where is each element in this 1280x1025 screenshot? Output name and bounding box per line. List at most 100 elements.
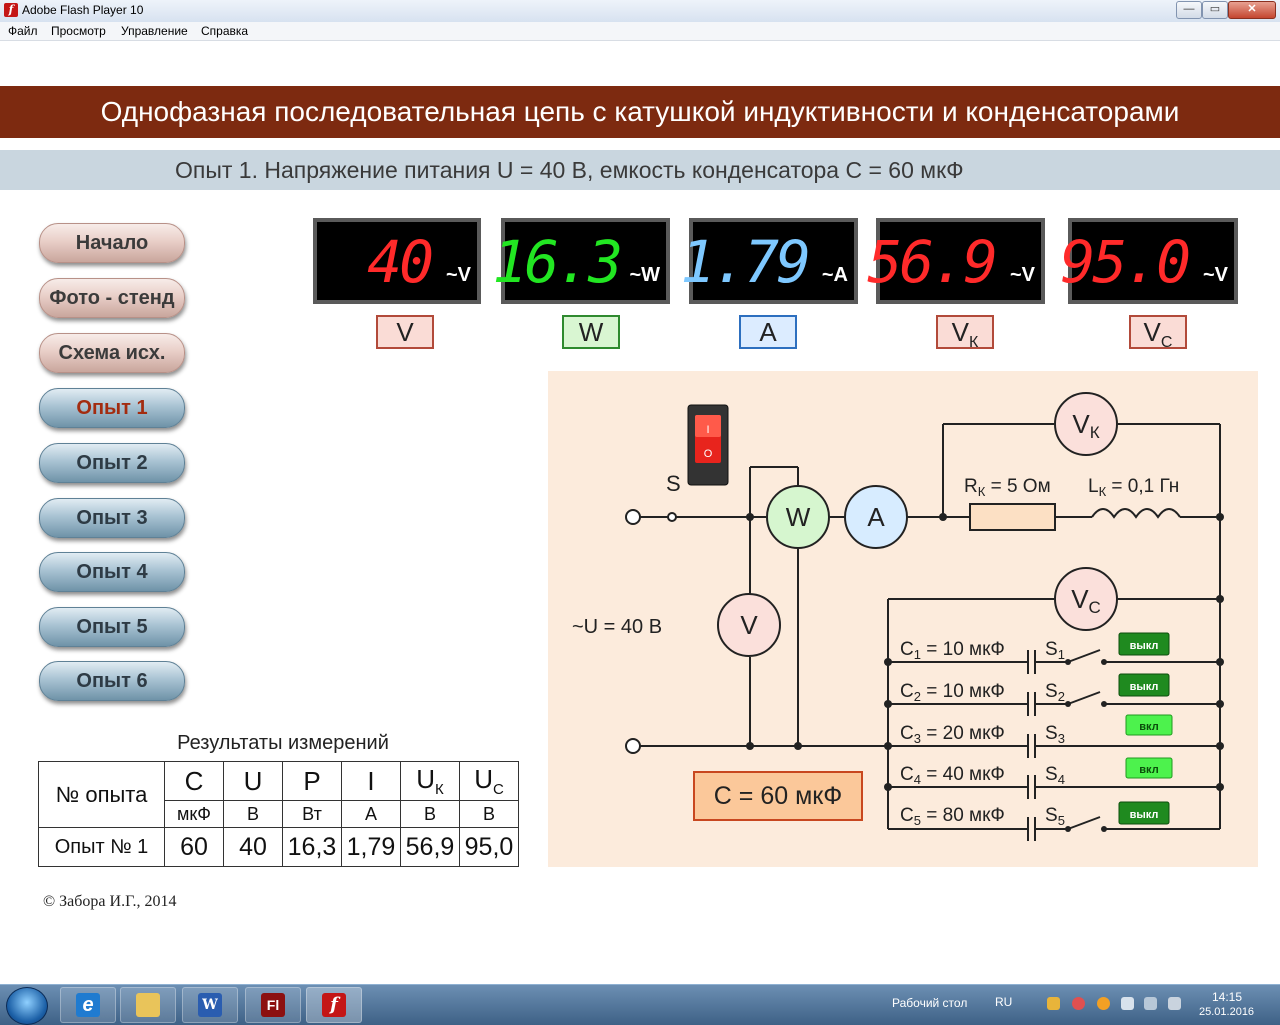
tray-status-icon[interactable]	[1072, 997, 1085, 1010]
col-header-p: P	[282, 761, 342, 801]
menu-view[interactable]: Просмотр	[51, 24, 106, 38]
taskbar-word-button[interactable]: W	[182, 987, 238, 1023]
svg-text:вкл: вкл	[1139, 764, 1158, 776]
nav-experiment-5-button[interactable]: Опыт 5	[39, 607, 185, 647]
unit-u: В	[223, 800, 283, 828]
cell-uk: 56,9	[400, 827, 460, 867]
cell-i: 1,79	[341, 827, 401, 867]
flash-player-icon: f	[322, 993, 346, 1017]
coil-voltmeter-display: 56.9 ~V	[867, 218, 1045, 304]
svg-text:выкл: выкл	[1130, 809, 1159, 821]
col-header-c: C	[164, 761, 224, 801]
power-switch[interactable]: I O	[687, 404, 729, 486]
copyright: © Забора И.Г., 2014	[43, 893, 177, 910]
coil-voltmeter-value: 56.9	[867, 228, 998, 296]
capacitor-voltmeter-value: 95.0	[1060, 228, 1191, 296]
toggle-c4-button[interactable]: вкл	[1125, 757, 1173, 779]
minimize-button[interactable]: —	[1176, 1, 1202, 19]
window-title: Adobe Flash Player 10	[22, 3, 144, 17]
maximize-button[interactable]: ▭	[1202, 1, 1228, 19]
capacitor-c2-label: C2 = 10 мкФ	[900, 681, 1005, 704]
unit-p: Вт	[282, 800, 342, 828]
results-table: № опыта C U P I UК UС мкФ В Вт А В В Опы…	[38, 761, 519, 867]
voltmeter-display: 40 ~V	[313, 218, 481, 304]
language-indicator[interactable]: RU	[995, 995, 1012, 1009]
taskbar-ie-button[interactable]: e	[60, 987, 116, 1023]
inductor-label: LК = 0,1 Гн	[1088, 476, 1179, 499]
nav-start-button[interactable]: Начало	[39, 223, 185, 263]
clock-date[interactable]: 25.01.2016	[1199, 1006, 1254, 1018]
taskbar-explorer-button[interactable]	[120, 987, 176, 1023]
tray-app-icon[interactable]	[1047, 997, 1060, 1010]
cell-uc: 95,0	[459, 827, 519, 867]
svg-text:W: W	[786, 502, 811, 532]
meter-label-w: W	[562, 315, 620, 349]
desktop-toolbar-label[interactable]: Рабочий стол	[892, 996, 967, 1010]
supply-voltage-label: ~U = 40 В	[572, 616, 662, 638]
ammeter-value: 1.79	[680, 228, 811, 296]
switch-s1-label: S1	[1045, 639, 1065, 662]
capacitor-c3-label: C3 = 20 мкФ	[900, 723, 1005, 746]
tray-update-icon[interactable]	[1097, 997, 1110, 1010]
experiment-subtitle-bar: Опыт 1. Напряжение питания U = 40 В, емк…	[0, 150, 1280, 190]
ammeter-unit: ~A	[821, 264, 848, 286]
toggle-c5-button[interactable]: выкл	[1118, 801, 1170, 825]
nav-experiment-6-button[interactable]: Опыт 6	[39, 661, 185, 701]
close-button[interactable]: ✕	[1228, 1, 1276, 19]
col-header-experiment: № опыта	[38, 761, 165, 828]
menu-help[interactable]: Справка	[201, 24, 248, 38]
table-row: Опыт № 1 60 40 16,3 1,79 56,9 95,0	[38, 827, 519, 867]
nav-experiment-3-button[interactable]: Опыт 3	[39, 498, 185, 538]
experiment-subtitle: Опыт 1. Напряжение питания U = 40 В, емк…	[175, 157, 964, 183]
svg-text:A: A	[867, 502, 885, 532]
unit-i: А	[341, 800, 401, 828]
flash-player-app-icon: f	[4, 3, 18, 17]
unit-uc: В	[459, 800, 519, 828]
wattmeter-value: 16.3	[492, 228, 623, 296]
supply-terminal-bottom	[625, 738, 641, 754]
meter-label-v: V	[376, 315, 434, 349]
meter-label-vk: VК	[936, 315, 994, 351]
volume-muted-icon[interactable]	[1168, 997, 1181, 1010]
wattmeter-unit: ~W	[629, 264, 660, 286]
coil-voltmeter-unit: ~V	[1009, 264, 1035, 286]
start-button[interactable]	[6, 987, 48, 1025]
nav-experiment-1-button[interactable]: Опыт 1	[39, 388, 185, 428]
network-signal-icon[interactable]	[1144, 997, 1157, 1010]
toggle-c2-button[interactable]: выкл	[1118, 673, 1170, 697]
voltmeter-unit: ~V	[445, 264, 471, 286]
svg-text:I: I	[706, 424, 709, 436]
cell-experiment: Опыт № 1	[38, 827, 165, 867]
resistor-rk	[969, 503, 1056, 531]
toggle-c3-button[interactable]: вкл	[1125, 714, 1173, 736]
meter-label-a: A	[739, 315, 797, 349]
explorer-icon	[136, 993, 160, 1017]
nav-experiment-4-button[interactable]: Опыт 4	[39, 552, 185, 592]
capacitor-c4-label: C4 = 40 мкФ	[900, 764, 1005, 787]
nav-schematic-button[interactable]: Схема исх.	[39, 333, 185, 373]
switch-s4-label: S4	[1045, 764, 1065, 787]
nav-experiment-2-button[interactable]: Опыт 2	[39, 443, 185, 483]
svg-text:O: O	[704, 448, 713, 460]
clock-time[interactable]: 14:15	[1212, 990, 1242, 1004]
cell-p: 16,3	[282, 827, 342, 867]
toggle-c1-button[interactable]: выкл	[1118, 632, 1170, 656]
svg-text:выкл: выкл	[1130, 681, 1159, 693]
svg-text:выкл: выкл	[1130, 640, 1159, 652]
ie-icon: e	[76, 993, 100, 1017]
col-header-i: I	[341, 761, 401, 801]
action-center-flag-icon[interactable]	[1121, 997, 1134, 1010]
supply-terminal-top	[625, 509, 641, 525]
nav-photo-stand-button[interactable]: Фото - стенд	[39, 278, 185, 318]
ammeter-display: 1.79 ~A	[680, 218, 858, 304]
capacitor-voltmeter-display: 95.0 ~V	[1060, 218, 1238, 304]
menu-control[interactable]: Управление	[121, 24, 188, 38]
taskbar-flash-pro-button[interactable]: Fl	[245, 987, 301, 1023]
capacitor-c1-label: C1 = 10 мкФ	[900, 639, 1005, 662]
resistor-label: RК = 5 Ом	[964, 476, 1051, 499]
menu-file[interactable]: Файл	[8, 24, 38, 38]
svg-text:V: V	[740, 610, 758, 640]
cell-u: 40	[223, 827, 283, 867]
taskbar-flash-player-button[interactable]: f	[306, 987, 362, 1023]
cell-c: 60	[164, 827, 224, 867]
